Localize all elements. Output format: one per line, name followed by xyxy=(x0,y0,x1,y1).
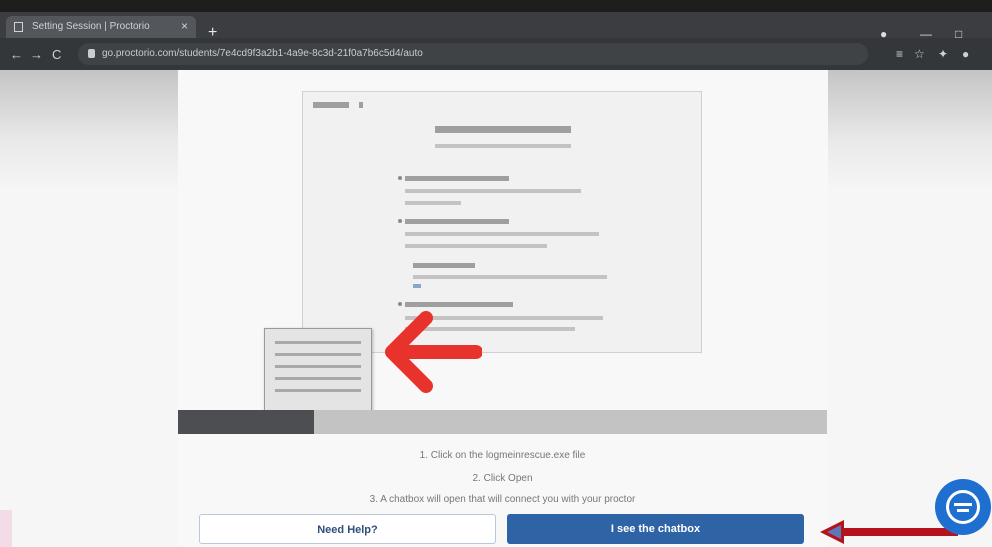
dark-red-arrow-icon xyxy=(820,520,958,544)
account-icon[interactable]: ● xyxy=(962,47,969,61)
back-button[interactable]: ← xyxy=(10,47,23,62)
frame-edge xyxy=(0,510,12,547)
doc-line xyxy=(405,176,509,181)
doc-line xyxy=(405,189,581,193)
doc-logo xyxy=(313,102,349,108)
thumb-line xyxy=(275,341,361,344)
instruction-step-2: 2. Click Open xyxy=(472,473,533,484)
doc-line xyxy=(405,232,599,236)
tab-title: Setting Session | Proctorio xyxy=(32,21,150,32)
need-help-button[interactable]: Need Help? xyxy=(199,514,496,544)
doc-link xyxy=(413,284,421,288)
progress-fill xyxy=(178,410,315,434)
thumb-line xyxy=(275,389,361,392)
chat-ring xyxy=(946,490,980,524)
i-see-chatbox-button[interactable]: I see the chatbox xyxy=(507,514,804,544)
browser-tabstrip: Setting Session | Proctorio × + ● — □ xyxy=(0,12,992,41)
chat-bubble-icon[interactable] xyxy=(935,479,991,535)
browser-tab[interactable]: Setting Session | Proctorio × xyxy=(6,16,196,38)
doc-bullet xyxy=(398,176,402,180)
page-icon xyxy=(14,22,23,32)
thumb-line xyxy=(275,365,361,368)
doc-line xyxy=(405,302,513,307)
doc-bullet xyxy=(398,219,402,223)
file-thumbnail xyxy=(264,328,372,414)
bookmark-star-icon[interactable]: ☆ xyxy=(914,47,925,61)
extensions-icon[interactable]: ✦ xyxy=(938,47,948,61)
url-text: go.proctorio.com/students/7e4cd9f3a2b1-4… xyxy=(102,48,423,59)
share-icon[interactable]: ≡ xyxy=(896,47,903,61)
chat-line xyxy=(954,503,972,506)
forward-button[interactable]: → xyxy=(30,47,43,62)
screen-top-edge xyxy=(0,0,992,12)
instruction-step-3: 3. A chatbox will open that will connect… xyxy=(369,494,636,505)
doc-heading xyxy=(435,126,571,133)
doc-line xyxy=(405,219,509,224)
tab-close-icon[interactable]: × xyxy=(181,19,188,33)
doc-line xyxy=(413,275,607,279)
doc-subheading xyxy=(435,144,571,148)
lock-icon xyxy=(88,49,95,58)
reload-button[interactable]: C xyxy=(52,47,61,62)
address-bar[interactable]: go.proctorio.com/students/7e4cd9f3a2b1-4… xyxy=(78,43,868,65)
doc-line xyxy=(413,263,475,268)
doc-line xyxy=(405,201,461,205)
doc-logo-mark xyxy=(359,102,363,108)
doc-line xyxy=(405,244,547,248)
chat-line xyxy=(957,509,969,512)
doc-bullet xyxy=(398,302,402,306)
illustration-document xyxy=(302,91,702,353)
red-arrow-icon xyxy=(385,311,482,393)
progress-bar xyxy=(178,410,827,434)
thumb-line xyxy=(275,353,361,356)
browser-toolbar: ← → C go.proctorio.com/students/7e4cd9f3… xyxy=(0,38,992,70)
instruction-step-1: 1. Click on the logmeinrescue.exe file xyxy=(419,450,586,461)
thumb-line xyxy=(275,377,361,380)
